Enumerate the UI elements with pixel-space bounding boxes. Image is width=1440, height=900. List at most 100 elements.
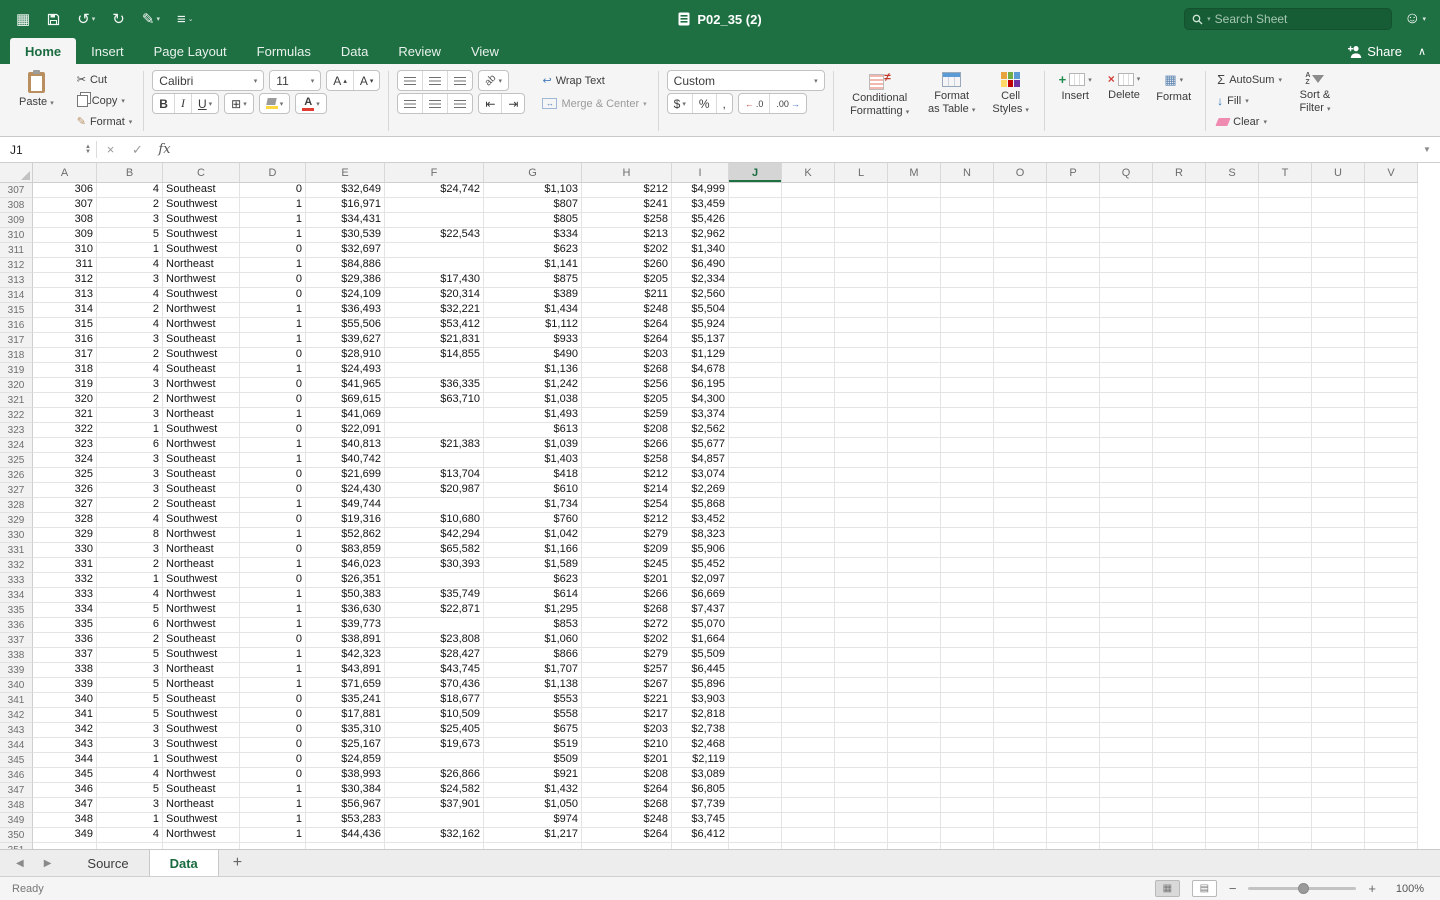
cell-C309[interactable]: Southwest (163, 213, 240, 228)
cell-C338[interactable]: Southwest (163, 648, 240, 663)
cell-V349[interactable] (1365, 813, 1418, 828)
cell-G349[interactable]: $974 (484, 813, 582, 828)
cell-O329[interactable] (994, 513, 1047, 528)
cell-V327[interactable] (1365, 483, 1418, 498)
cell-Q334[interactable] (1100, 588, 1153, 603)
cell-F319[interactable] (385, 363, 484, 378)
column-header-B[interactable]: B (97, 163, 163, 183)
cell-D324[interactable]: 1 (240, 438, 306, 453)
merge-center-button[interactable]: ↔Merge & Center▾ (539, 93, 649, 114)
cell-T349[interactable] (1259, 813, 1312, 828)
row-header-326[interactable]: 326 (0, 468, 33, 483)
cell-O314[interactable] (994, 288, 1047, 303)
column-header-I[interactable]: I (672, 163, 729, 183)
cell-C316[interactable]: Northwest (163, 318, 240, 333)
cell-P345[interactable] (1047, 753, 1100, 768)
cell-M331[interactable] (888, 543, 941, 558)
cell-A326[interactable]: 325 (33, 468, 97, 483)
cell-H312[interactable]: $260 (582, 258, 672, 273)
cell-U331[interactable] (1312, 543, 1365, 558)
cell-D347[interactable]: 1 (240, 783, 306, 798)
cell-Q310[interactable] (1100, 228, 1153, 243)
cell-E321[interactable]: $69,615 (306, 393, 385, 408)
cell-R336[interactable] (1153, 618, 1206, 633)
cell-R333[interactable] (1153, 573, 1206, 588)
cell-C312[interactable]: Northeast (163, 258, 240, 273)
cell-Q343[interactable] (1100, 723, 1153, 738)
cell-N319[interactable] (941, 363, 994, 378)
cell-C313[interactable]: Northwest (163, 273, 240, 288)
align-bottom-button[interactable] (448, 71, 472, 90)
cell-M339[interactable] (888, 663, 941, 678)
cell-G324[interactable]: $1,039 (484, 438, 582, 453)
cell-D311[interactable]: 0 (240, 243, 306, 258)
cell-J326[interactable] (729, 468, 782, 483)
cell-L346[interactable] (835, 768, 888, 783)
cell-C342[interactable]: Southwest (163, 708, 240, 723)
cell-H310[interactable]: $213 (582, 228, 672, 243)
cell-U325[interactable] (1312, 453, 1365, 468)
cell-D343[interactable]: 0 (240, 723, 306, 738)
cell-E329[interactable]: $19,316 (306, 513, 385, 528)
cell-T315[interactable] (1259, 303, 1312, 318)
cell-S337[interactable] (1206, 633, 1259, 648)
cell-G328[interactable]: $1,734 (484, 498, 582, 513)
cell-M333[interactable] (888, 573, 941, 588)
cell-D308[interactable]: 1 (240, 198, 306, 213)
cell-P314[interactable] (1047, 288, 1100, 303)
cell-K313[interactable] (782, 273, 835, 288)
cell-J332[interactable] (729, 558, 782, 573)
cell-B334[interactable]: 4 (97, 588, 163, 603)
cell-J313[interactable] (729, 273, 782, 288)
cell-J317[interactable] (729, 333, 782, 348)
cell-V350[interactable] (1365, 828, 1418, 843)
cell-H340[interactable]: $267 (582, 678, 672, 693)
cell-O336[interactable] (994, 618, 1047, 633)
cell-O316[interactable] (994, 318, 1047, 333)
cell-D326[interactable]: 0 (240, 468, 306, 483)
cell-K342[interactable] (782, 708, 835, 723)
cell-V345[interactable] (1365, 753, 1418, 768)
cell-H307[interactable]: $212 (582, 183, 672, 198)
cell-A328[interactable]: 327 (33, 498, 97, 513)
cell-D309[interactable]: 1 (240, 213, 306, 228)
cell-M318[interactable] (888, 348, 941, 363)
cell-C346[interactable]: Northwest (163, 768, 240, 783)
cell-H323[interactable]: $208 (582, 423, 672, 438)
cell-G338[interactable]: $866 (484, 648, 582, 663)
cell-A335[interactable]: 334 (33, 603, 97, 618)
cell-H348[interactable]: $268 (582, 798, 672, 813)
cell-P328[interactable] (1047, 498, 1100, 513)
column-header-T[interactable]: T (1259, 163, 1312, 183)
cell-H309[interactable]: $258 (582, 213, 672, 228)
cell-J338[interactable] (729, 648, 782, 663)
cell-C319[interactable]: Southeast (163, 363, 240, 378)
cell-N325[interactable] (941, 453, 994, 468)
cell-S334[interactable] (1206, 588, 1259, 603)
cell-E319[interactable]: $24,493 (306, 363, 385, 378)
cell-D318[interactable]: 0 (240, 348, 306, 363)
column-header-K[interactable]: K (782, 163, 835, 183)
cell-H318[interactable]: $203 (582, 348, 672, 363)
cell-O320[interactable] (994, 378, 1047, 393)
cell-H322[interactable]: $259 (582, 408, 672, 423)
cell-G327[interactable]: $610 (484, 483, 582, 498)
cell-F315[interactable]: $32,221 (385, 303, 484, 318)
cell-C329[interactable]: Southwest (163, 513, 240, 528)
align-top-button[interactable] (398, 71, 423, 90)
cell-U318[interactable] (1312, 348, 1365, 363)
cell-A348[interactable]: 347 (33, 798, 97, 813)
cell-I308[interactable]: $3,459 (672, 198, 729, 213)
cell-F317[interactable]: $21,831 (385, 333, 484, 348)
cell-F338[interactable]: $28,427 (385, 648, 484, 663)
align-left-button[interactable] (398, 94, 423, 113)
cell-D348[interactable]: 1 (240, 798, 306, 813)
cell-Q329[interactable] (1100, 513, 1153, 528)
column-header-Q[interactable]: Q (1100, 163, 1153, 183)
cell-M320[interactable] (888, 378, 941, 393)
cell-D349[interactable]: 1 (240, 813, 306, 828)
name-box-stepper[interactable]: ▲▼ (85, 145, 91, 155)
cell-B344[interactable]: 3 (97, 738, 163, 753)
cell-F320[interactable]: $36,335 (385, 378, 484, 393)
cell-M308[interactable] (888, 198, 941, 213)
